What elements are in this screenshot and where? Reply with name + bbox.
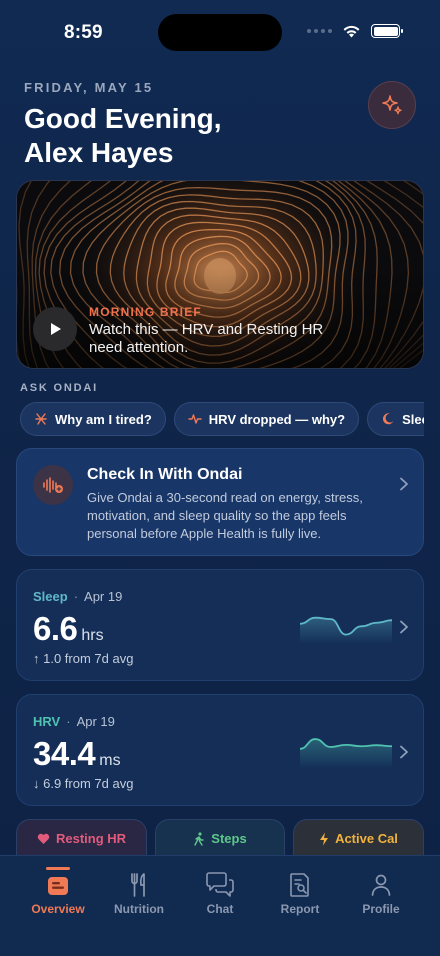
profile-icon [370, 871, 392, 899]
mini-card-label: Active Cal [294, 831, 423, 846]
tab-chat[interactable]: Chat [176, 856, 264, 936]
steps-label: Steps [211, 831, 247, 846]
walk-icon [194, 831, 204, 846]
tab-profile[interactable]: Profile [337, 856, 425, 936]
check-in-title: Check In With Ondai [87, 466, 243, 483]
tab-label: Chat [206, 902, 234, 916]
tab-nutrition[interactable]: Nutrition [95, 856, 183, 936]
play-icon [51, 323, 61, 335]
user-name: Alex Hayes [24, 137, 174, 168]
chip-label: Why am I tired? [55, 411, 152, 427]
brief-text: Watch this — HRV and Resting HR need att… [89, 321, 324, 356]
brief-tag: MORNING BRIEF [89, 305, 202, 319]
mini-card-label: Resting HR [17, 831, 146, 846]
metric-name: HRV [33, 714, 61, 729]
resting-hr-label: Resting HR [55, 831, 127, 846]
active-tab-indicator [46, 867, 70, 870]
chip-hrv-dropped[interactable]: HRV dropped — why? [173, 402, 360, 436]
morning-brief-video-card[interactable]: MORNING BRIEF Watch this — HRV and Resti… [16, 180, 424, 369]
separator-dot: · [73, 589, 79, 604]
check-in-icon-badge [33, 465, 73, 505]
mini-card-label: Steps [156, 831, 284, 846]
tired-icon [35, 413, 47, 425]
sparkline-area [300, 739, 392, 769]
ai-assistant-button[interactable] [368, 81, 416, 129]
metric-date: Apr 19 [76, 714, 115, 729]
overview-icon [47, 871, 69, 899]
hrv-sparkline [300, 738, 392, 769]
active-cal-label: Active Cal [335, 831, 398, 846]
metric-delta: ↑ 1.0 from 7d avg [33, 651, 134, 666]
status-icons [307, 24, 403, 38]
chat-icon [205, 871, 235, 899]
moon-icon [383, 413, 394, 425]
metric-value: 6.6 hrs [33, 610, 104, 648]
chip-label: Sleep isn't [402, 411, 424, 427]
signal-icon [307, 29, 332, 33]
dynamic-island [158, 14, 282, 51]
chip-sleep[interactable]: Sleep isn't [367, 402, 424, 436]
metric-delta: ↓ 6.9 from 7d avg [33, 776, 134, 791]
metric-name: Sleep [33, 589, 68, 604]
pulse-icon [188, 414, 202, 424]
metric-number: 34.4 [33, 735, 96, 772]
check-in-description: Give Ondai a 30-second read on energy, s… [87, 490, 363, 541]
tab-bar: Overview Nutrition Chat Report Profile [0, 855, 440, 956]
sparkline-area [300, 617, 392, 644]
separator-dot: · [66, 714, 71, 729]
metric-header: HRV · Apr 19 [33, 714, 115, 729]
wifi-icon [343, 25, 360, 38]
suggestion-chips: Why am I tired? HRV dropped — why? Sleep… [20, 402, 424, 438]
ask-section-label: ASK ONDAI [20, 382, 98, 394]
report-icon [289, 871, 311, 899]
greeting-line: Good Evening, [24, 103, 222, 134]
heart-icon [37, 833, 50, 844]
greeting: Good Evening, Alex Hayes [24, 102, 222, 170]
tab-label: Report [280, 902, 320, 916]
check-in-card[interactable]: Check In With Ondai Give Ondai a 30-seco… [16, 448, 424, 556]
status-time: 8:59 [64, 22, 103, 43]
chevron-right-icon [400, 745, 408, 759]
metric-unit: ms [99, 752, 121, 769]
metric-header: Sleep · Apr 19 [33, 589, 122, 604]
tab-overview[interactable]: Overview [14, 856, 102, 936]
chip-label: HRV dropped — why? [208, 411, 346, 427]
tab-label: Overview [31, 902, 85, 916]
tab-label: Profile [362, 902, 400, 916]
metric-unit: hrs [81, 627, 104, 644]
overview-screen: 8:59 FRIDAY, MAY 15 Good Evening, Alex H… [0, 0, 440, 956]
metric-number: 6.6 [33, 610, 78, 647]
metric-date: Apr 19 [84, 589, 123, 604]
play-button[interactable] [33, 307, 77, 351]
tab-label: Nutrition [114, 902, 164, 916]
chevron-right-icon [400, 620, 408, 634]
sleep-metric-card[interactable]: Sleep · Apr 19 6.6 hrs ↑ 1.0 from 7d avg [16, 569, 424, 681]
fork-knife-icon [129, 871, 149, 899]
chip-why-tired[interactable]: Why am I tired? [20, 402, 166, 436]
voice-wave-icon [43, 477, 63, 493]
hrv-metric-card[interactable]: HRV · Apr 19 34.4 ms ↓ 6.9 from 7d avg [16, 694, 424, 806]
metric-value: 34.4 ms [33, 735, 121, 773]
sparkle-icon [382, 95, 402, 115]
chevron-right-icon [400, 477, 408, 491]
sleep-sparkline [300, 616, 392, 644]
battery-icon [371, 24, 403, 38]
tab-report[interactable]: Report [256, 856, 344, 936]
date-label: FRIDAY, MAY 15 [24, 80, 154, 95]
bolt-icon [320, 832, 329, 845]
